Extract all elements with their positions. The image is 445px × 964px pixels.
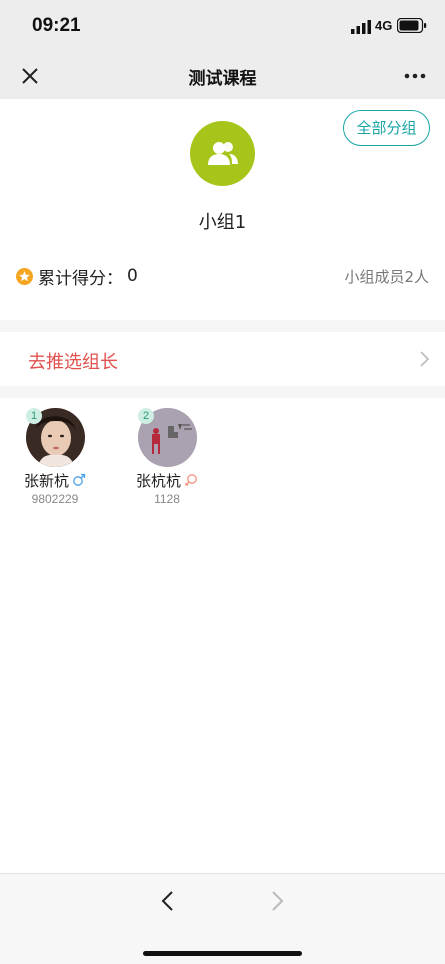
group-users-icon	[208, 142, 238, 165]
more-icon[interactable]	[400, 64, 430, 88]
member-card[interactable]: 张杭杭 1128	[122, 408, 212, 506]
chevron-right-icon	[420, 351, 430, 367]
all-groups-button[interactable]: 全部分组	[343, 110, 430, 146]
home-indicator	[143, 951, 302, 956]
rank-badge: 2	[138, 408, 154, 424]
battery-icon	[397, 18, 427, 33]
elect-leader-label: 去推选组长	[28, 352, 118, 373]
bottom-toolbar	[0, 873, 445, 964]
member-id: 1128	[154, 492, 180, 506]
member-count: 小组成员2人	[344, 268, 429, 286]
female-icon	[185, 474, 197, 486]
score-row: 累计得分： 0	[16, 264, 138, 289]
status-bar: 09:21 4G	[0, 0, 445, 52]
status-time: 09:21	[32, 15, 81, 36]
group-avatar	[190, 121, 255, 186]
signal-icon	[351, 20, 371, 34]
member-name: 张新杭	[23, 471, 69, 490]
member-card[interactable]: 张新杭 9802229	[10, 408, 100, 506]
network-type: 4G	[375, 18, 393, 33]
group-name: 小组1	[198, 212, 247, 233]
nav-bar: 测试课程	[0, 52, 445, 99]
back-chevron-icon[interactable]	[159, 890, 177, 912]
score-label: 累计得分：	[38, 268, 123, 289]
member-name-row: 张杭杭	[122, 470, 212, 490]
forward-chevron-icon[interactable]	[268, 890, 286, 912]
divider	[0, 386, 445, 398]
elect-leader-row[interactable]: 去推选组长	[0, 332, 445, 386]
member-id: 9802229	[31, 492, 79, 506]
star-icon	[16, 267, 33, 285]
rank-badge: 1	[26, 408, 42, 424]
member-name-row: 张新杭	[10, 470, 100, 490]
divider	[0, 320, 445, 332]
page-title: 测试课程	[188, 69, 257, 89]
member-name: 张杭杭	[135, 471, 181, 490]
male-icon	[73, 473, 86, 486]
score-value: 0	[127, 266, 138, 286]
